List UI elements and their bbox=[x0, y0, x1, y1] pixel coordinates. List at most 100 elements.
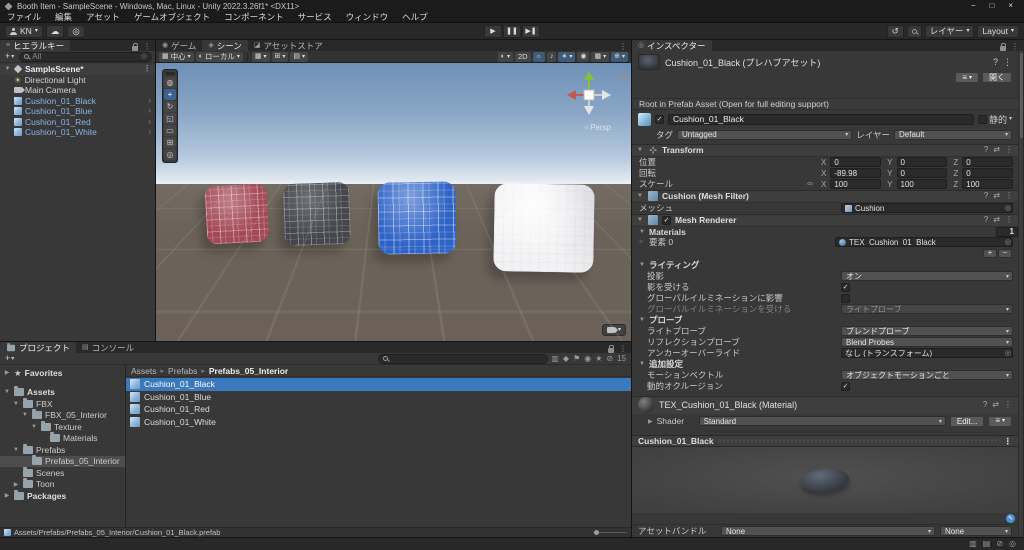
kebab-menu-icon[interactable] bbox=[143, 43, 151, 51]
kebab-menu-icon[interactable] bbox=[1005, 192, 1013, 200]
reflection-probes-dropdown[interactable]: Blend Probes bbox=[841, 337, 1013, 348]
material-preview-header[interactable]: Cushion_01_Black bbox=[632, 434, 1018, 447]
undo-history-button[interactable] bbox=[886, 24, 904, 38]
position-x-field[interactable]: 0 bbox=[830, 157, 882, 168]
asset-cushion-01-white[interactable]: Cushion_01_White bbox=[126, 416, 631, 429]
menu-component[interactable]: コンポーネント bbox=[217, 11, 291, 23]
tab-project[interactable]: プロジェクト bbox=[0, 342, 77, 353]
transform-tool-button[interactable] bbox=[164, 137, 176, 148]
scale-y-field[interactable]: 100 bbox=[896, 179, 948, 190]
folder-scenes[interactable]: Scenes bbox=[0, 466, 125, 479]
minimize-button[interactable] bbox=[971, 2, 976, 10]
hierarchy-item-cushion-blue[interactable]: Cushion_01_Blue bbox=[0, 106, 155, 117]
object-picker-icon[interactable] bbox=[1005, 350, 1011, 357]
draw-mode-dropdown[interactable] bbox=[497, 51, 513, 62]
scene-visibility-toggle[interactable] bbox=[577, 51, 590, 62]
effects-dropdown[interactable] bbox=[558, 51, 576, 62]
help-icon[interactable] bbox=[993, 58, 998, 67]
rotation-x-field[interactable]: -89.98 bbox=[830, 168, 882, 179]
prefab-open-chevron-icon[interactable] bbox=[148, 107, 153, 115]
tab-game[interactable]: ゲーム bbox=[156, 40, 202, 51]
dynamic-occlusion-checkbox[interactable] bbox=[841, 381, 850, 391]
menu-window[interactable]: ウィンドウ bbox=[339, 11, 396, 23]
tag-dropdown[interactable]: Untagged bbox=[677, 129, 853, 140]
kebab-menu-icon[interactable] bbox=[619, 43, 627, 51]
gizmos-dropdown[interactable] bbox=[611, 51, 628, 62]
presets-icon[interactable] bbox=[993, 146, 1000, 154]
cushion-red-object[interactable] bbox=[204, 183, 270, 245]
object-picker-icon[interactable] bbox=[1005, 205, 1011, 212]
services-button[interactable] bbox=[67, 24, 85, 38]
position-y-field[interactable]: 0 bbox=[896, 157, 948, 168]
add-gameobject-button[interactable] bbox=[3, 52, 16, 61]
prefab-open-chevron-icon[interactable] bbox=[148, 97, 153, 105]
scene-viewport[interactable]: + bbox=[156, 63, 631, 341]
tool-settings-dropdown[interactable] bbox=[290, 51, 309, 62]
menu-edit[interactable]: 編集 bbox=[48, 11, 79, 23]
folder-toon[interactable]: ▶ Toon bbox=[0, 478, 125, 491]
move-tool-button[interactable]: + bbox=[164, 89, 176, 100]
asset-bundle-dropdown[interactable]: None bbox=[721, 526, 935, 536]
light-probes-dropdown[interactable]: ブレンドプローブ bbox=[841, 326, 1013, 337]
position-z-field[interactable]: 0 bbox=[962, 157, 1014, 168]
overlay-drag-handle[interactable] bbox=[165, 72, 175, 75]
menu-assets[interactable]: アセット bbox=[79, 11, 127, 23]
cushion-white-object[interactable] bbox=[493, 183, 595, 273]
breadcrumb-prefabs[interactable]: Prefabs bbox=[168, 366, 197, 376]
snap-settings-dropdown[interactable] bbox=[271, 51, 289, 62]
lighting-foldout[interactable]: ▼ ライティング bbox=[632, 260, 1018, 271]
transform-component-header[interactable]: ▼ ⊹ Transform bbox=[632, 143, 1018, 157]
menu-file[interactable]: ファイル bbox=[0, 11, 48, 23]
gameobject-name-field[interactable]: Cushion_01_Black bbox=[668, 113, 974, 125]
prefab-open-chevron-icon[interactable] bbox=[148, 118, 153, 126]
maximize-button[interactable] bbox=[989, 2, 994, 10]
prefab-open-chevron-icon[interactable] bbox=[148, 128, 153, 136]
rect-tool-button[interactable] bbox=[164, 125, 176, 136]
close-button[interactable] bbox=[1008, 2, 1013, 10]
object-picker-icon[interactable] bbox=[1005, 239, 1011, 246]
cloud-button[interactable] bbox=[45, 24, 65, 38]
contribute-gi-checkbox[interactable] bbox=[841, 293, 850, 303]
add-material-button[interactable] bbox=[983, 248, 997, 258]
kebab-menu-icon[interactable] bbox=[1005, 216, 1013, 224]
pause-button[interactable]: ❚❚ bbox=[503, 24, 521, 38]
camera-settings-dropdown[interactable] bbox=[591, 51, 610, 62]
account-button[interactable]: KN bbox=[5, 24, 43, 38]
materials-foldout[interactable]: ▼ Materials 1 bbox=[632, 226, 1018, 237]
mesh-filter-component-header[interactable]: ▼ Cushion (Mesh Filter) bbox=[632, 189, 1018, 203]
breadcrumb-assets[interactable]: Assets bbox=[131, 366, 157, 376]
material-header[interactable]: TEX_Cushion_01_Black (Material) bbox=[632, 395, 1018, 414]
custom-tool-button[interactable] bbox=[164, 149, 176, 160]
scene-camera-settings-button[interactable] bbox=[601, 324, 626, 336]
scale-tool-button[interactable] bbox=[164, 113, 176, 124]
folder-materials[interactable]: Materials bbox=[0, 432, 125, 445]
hierarchy-item-cushion-red[interactable]: Cushion_01_Red bbox=[0, 117, 155, 128]
presets-icon[interactable] bbox=[993, 216, 1000, 224]
folder-fbx-05-interior[interactable]: ▼ FBX_05_Interior bbox=[0, 409, 125, 422]
menu-gameobject[interactable]: ゲームオブジェクト bbox=[127, 11, 217, 23]
additional-settings-foldout[interactable]: ▼ 追加設定 bbox=[632, 359, 1018, 370]
hierarchy-item-cushion-black[interactable]: Cushion_01_Black bbox=[0, 96, 155, 107]
help-icon[interactable] bbox=[984, 146, 988, 154]
collab-status-icon[interactable] bbox=[996, 540, 1003, 548]
static-checkbox[interactable] bbox=[977, 114, 987, 124]
shader-menu-button[interactable] bbox=[988, 415, 1012, 427]
mesh-renderer-component-header[interactable]: ▼ Mesh Renderer bbox=[632, 213, 1018, 227]
menu-services[interactable]: サービス bbox=[291, 11, 339, 23]
scene-audio-toggle[interactable] bbox=[546, 51, 557, 62]
folder-packages[interactable]: ▶ Packages bbox=[0, 489, 125, 502]
kebab-menu-icon[interactable] bbox=[1003, 58, 1012, 67]
presets-icon[interactable] bbox=[993, 192, 1000, 200]
asset-cushion-01-red[interactable]: Cushion_01_Red bbox=[126, 403, 631, 416]
receive-shadows-checkbox[interactable] bbox=[841, 282, 850, 292]
hierarchy-item-main-camera[interactable]: Main Camera bbox=[0, 85, 155, 96]
grid-visibility-dropdown[interactable] bbox=[251, 51, 270, 62]
hidden-items-icon[interactable] bbox=[606, 355, 613, 363]
scene-lighting-toggle[interactable] bbox=[532, 51, 545, 62]
handle-space-dropdown[interactable]: ローカル bbox=[195, 51, 243, 62]
scale-z-field[interactable]: 100 bbox=[962, 179, 1014, 190]
help-icon[interactable] bbox=[984, 216, 988, 224]
asset-cushion-01-black[interactable]: Cushion_01_Black bbox=[126, 378, 631, 391]
shader-edit-button[interactable]: Edit... bbox=[949, 415, 985, 427]
cushion-blue-object[interactable] bbox=[377, 181, 457, 255]
